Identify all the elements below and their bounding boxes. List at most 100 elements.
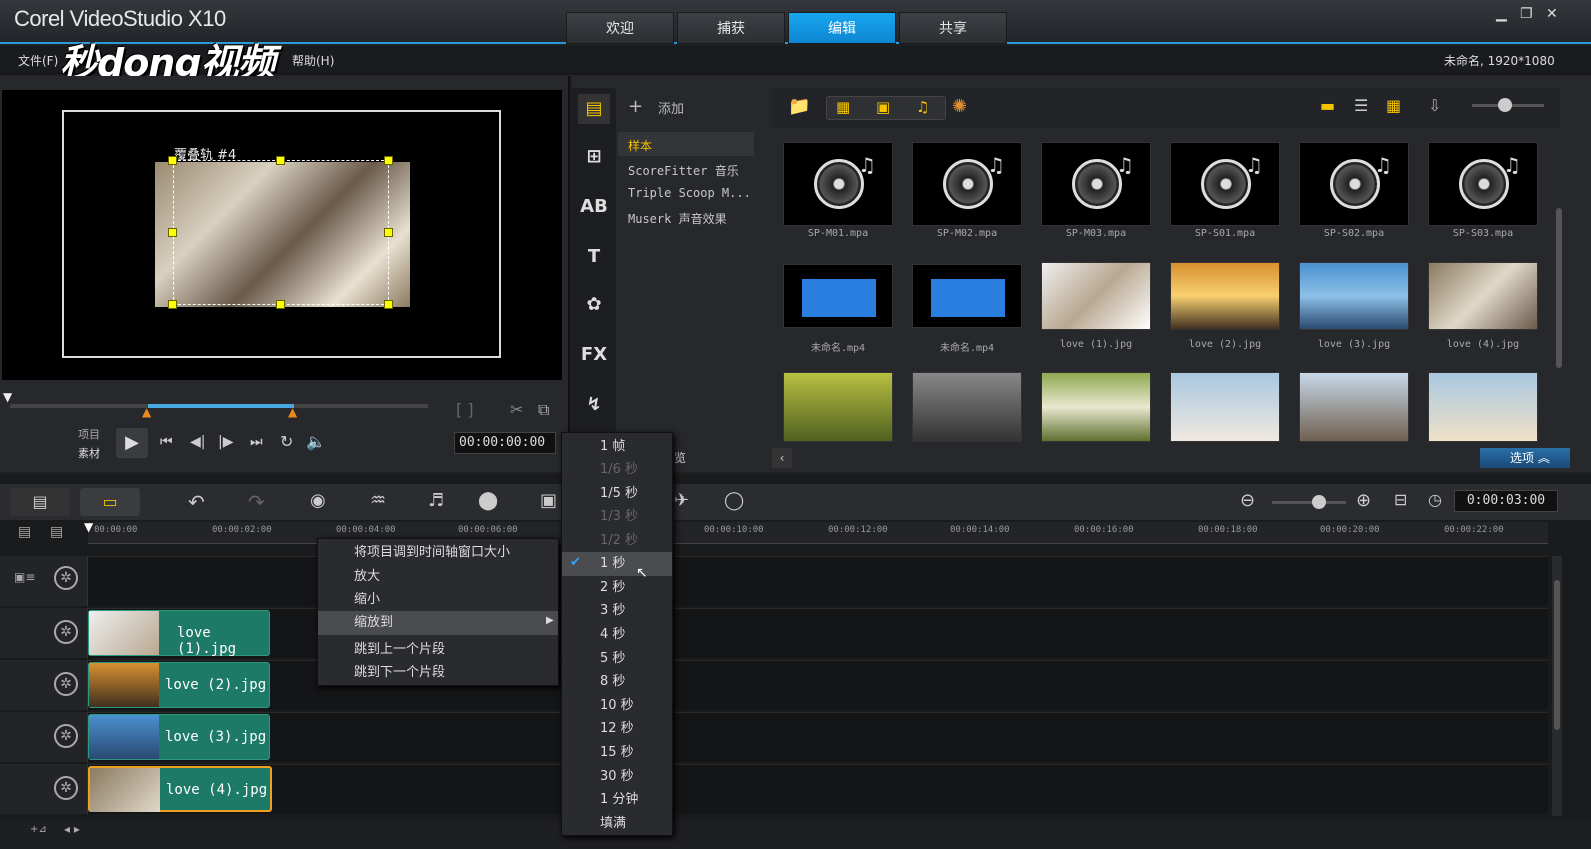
zoom-option[interactable]: 3 秒 (562, 599, 672, 623)
mode-project[interactable]: 项目 (78, 426, 100, 442)
zoom-option[interactable]: 2 秒 (562, 576, 672, 600)
photo-thumb[interactable] (1428, 262, 1538, 330)
zoom-in-icon[interactable]: ⊕ (1356, 490, 1371, 511)
mark-in-icon[interactable]: ▲ (142, 405, 151, 419)
end-icon[interactable]: ⏭ (250, 434, 263, 450)
clock-icon[interactable]: ◷ (1428, 490, 1442, 509)
audio-thumb[interactable]: ♫ (783, 142, 893, 226)
menu-item-prev-clip[interactable]: 跳到上一个片段 (318, 638, 558, 662)
thumb-size-knob[interactable] (1498, 98, 1512, 112)
zoom-option[interactable]: 30 秒 (562, 765, 672, 789)
zoom-option[interactable]: 1/5 秒 (562, 482, 672, 506)
mode-clip[interactable]: 素材 (78, 445, 100, 461)
timeline-clip[interactable]: love (3).jpg (88, 714, 270, 760)
library-scrollbar[interactable] (1556, 208, 1562, 368)
sort-icon[interactable]: ⇩ (1428, 96, 1441, 115)
graphics-icon[interactable]: ✿ (578, 290, 610, 320)
video-filter-icon[interactable]: ▦ (836, 98, 850, 116)
zoom-option[interactable]: 填满 (562, 812, 672, 836)
photo-thumb[interactable] (1041, 372, 1151, 442)
audio-thumb[interactable]: ♫ (1428, 142, 1538, 226)
category-scorefitter[interactable]: ScoreFitter 音乐 (628, 162, 739, 179)
mask-icon[interactable]: ◯ (724, 490, 744, 511)
menu-help[interactable]: 帮助(H) (292, 52, 334, 69)
resize-handle[interactable] (384, 156, 393, 165)
timeline-scroll-thumb[interactable] (1554, 580, 1560, 730)
scroll-left-icon[interactable]: ‹ (772, 448, 792, 468)
media-icon[interactable]: ▤ (578, 94, 610, 124)
zoom-option[interactable]: 5 秒 (562, 647, 672, 671)
grid-view-icon[interactable]: ▦ (1386, 96, 1401, 115)
options-button[interactable]: 选项 ︽ (1480, 448, 1570, 468)
category-triple-scoop[interactable]: Triple Scoop M... (628, 186, 751, 200)
mark-out-icon[interactable]: ▲ (288, 405, 297, 419)
audio-mixer-icon[interactable]: ♒ (370, 490, 386, 511)
audio-filter-icon[interactable]: ♫ (916, 98, 929, 116)
restore-icon[interactable]: ❐ (1520, 6, 1533, 22)
motion-icon[interactable]: ✈ (674, 490, 689, 511)
transition-icon[interactable]: AB (578, 192, 610, 222)
photo-thumb[interactable] (1299, 372, 1409, 442)
list-view-icon[interactable]: ☰ (1354, 96, 1368, 115)
thumbnail-view-icon[interactable]: ▬ (1320, 96, 1335, 115)
video-thumb[interactable] (783, 264, 893, 328)
photo-thumb[interactable] (1170, 262, 1280, 330)
cut-icon[interactable]: ✂ (510, 400, 523, 419)
instant-project-icon[interactable]: ⊞ (578, 142, 610, 172)
web-icon[interactable]: ✺ (952, 96, 967, 117)
resize-handle[interactable] (168, 300, 177, 309)
tab-edit[interactable]: 编辑 (788, 12, 896, 44)
home-icon[interactable]: ⏮ (160, 434, 173, 450)
add-button[interactable]: 添加 (658, 98, 684, 117)
undo-icon[interactable]: ↶ (188, 490, 205, 514)
photo-thumb[interactable] (1170, 372, 1280, 442)
folder-icon[interactable]: 📁 (788, 96, 810, 117)
audio-thumb[interactable]: ♫ (1170, 142, 1280, 226)
timeline-view-icon[interactable]: ▭ (80, 488, 140, 516)
resize-handle[interactable] (384, 300, 393, 309)
volume-icon[interactable]: 🔈 (306, 432, 326, 451)
play-icon[interactable]: ▶ (116, 428, 148, 458)
photo-thumb[interactable] (1041, 262, 1151, 330)
copy-icon[interactable]: ⧉ (538, 400, 549, 420)
track-manager-icon[interactable]: ▤ (18, 524, 31, 540)
photo-filter-icon[interactable]: ▣ (876, 98, 890, 116)
add-track-icon[interactable]: +⊿ (30, 824, 47, 835)
resize-handle[interactable] (276, 300, 285, 309)
photo-thumb[interactable] (1428, 372, 1538, 442)
photo-thumb[interactable] (1299, 262, 1409, 330)
timecode-display[interactable]: 00:00:00:00 (454, 432, 556, 454)
project-duration[interactable]: 0:00:03:00 (1454, 490, 1558, 512)
zoom-option[interactable]: 10 秒 (562, 694, 672, 718)
menu-item-zoom-in[interactable]: 放大 (318, 565, 558, 589)
tab-share[interactable]: 共享 (899, 12, 1007, 44)
tab-capture[interactable]: 捕获 (677, 12, 785, 44)
record-icon[interactable]: ◉ (310, 490, 326, 511)
auto-music-icon[interactable]: ♬ (428, 490, 444, 511)
zoom-option[interactable]: 1 分钟 (562, 788, 672, 812)
zoom-out-icon[interactable]: ⊖ (1240, 490, 1255, 511)
photo-thumb[interactable] (912, 372, 1022, 442)
scroll-left-icon[interactable]: ◂ ▸ (64, 822, 80, 836)
zoom-knob[interactable] (1312, 495, 1326, 509)
photo-thumb[interactable] (783, 372, 893, 442)
resize-handle[interactable] (168, 228, 177, 237)
zoom-option[interactable]: 8 秒 (562, 670, 672, 694)
fit-icon[interactable]: ⊟ (1394, 490, 1407, 509)
zoom-option[interactable]: 4 秒 (562, 623, 672, 647)
repeat-icon[interactable]: ↻ (280, 432, 293, 451)
audio-thumb[interactable]: ♫ (1299, 142, 1409, 226)
next-frame-icon[interactable]: |▶ (218, 434, 233, 450)
playhead-icon[interactable]: ▼ (84, 520, 93, 534)
tab-welcome[interactable]: 欢迎 (566, 12, 674, 44)
menu-item-fit-timeline[interactable]: 将项目调到时间轴窗口大小 (318, 541, 558, 565)
timeline-clip[interactable]: love (1).jpg (88, 610, 270, 657)
resize-handle[interactable] (384, 228, 393, 237)
video-track[interactable] (44, 556, 1548, 606)
close-icon[interactable]: ✕ (1546, 6, 1558, 22)
category-sample[interactable]: 样本 (628, 137, 652, 154)
video-thumb[interactable] (912, 264, 1022, 328)
category-muserk[interactable]: Muserk 声音效果 (628, 210, 727, 227)
resize-handle[interactable] (168, 156, 177, 165)
subtitle-icon[interactable]: ▣ (540, 490, 557, 511)
